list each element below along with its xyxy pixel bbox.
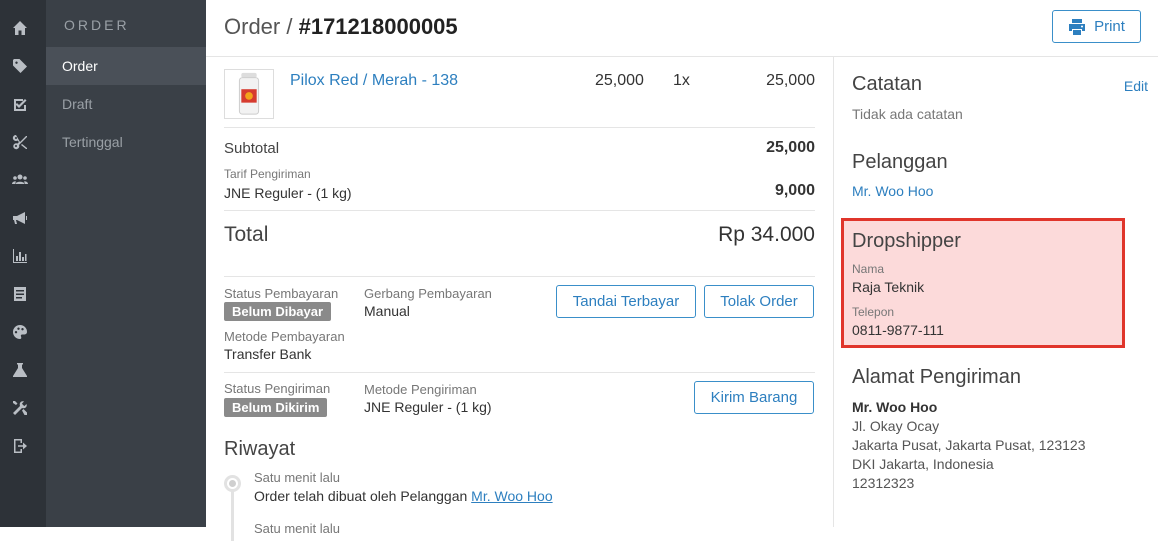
subnav-item-order[interactable]: Order	[46, 47, 206, 85]
order-number: #171218000005	[298, 14, 458, 39]
divider	[224, 127, 815, 128]
page-header: Order / #171218000005 Print	[206, 0, 1158, 57]
dropshipper-name-value: Raja Teknik	[852, 279, 925, 295]
shipping-caption: Tarif Pengiriman	[224, 167, 311, 181]
shipping-status-wrap: Belum Dikirim	[224, 398, 328, 417]
divider	[224, 276, 815, 277]
tools-icon[interactable]	[12, 400, 28, 416]
title-prefix: Order /	[224, 14, 293, 39]
bar-chart-icon[interactable]	[12, 248, 28, 264]
subtotal-value: 25,000	[766, 139, 815, 156]
payment-method-label: Metode Pembayaran	[224, 329, 345, 344]
payment-gateway-value: Manual	[364, 303, 410, 319]
order-main: Pilox Red / Merah - 138 25,000 1x 25,000…	[206, 57, 833, 541]
payment-method-value: Transfer Bank	[224, 346, 312, 362]
shipping-status-label: Status Pengiriman	[224, 381, 331, 396]
address-title: Alamat Pengiriman	[852, 366, 1021, 388]
total-value: Rp 34.000	[718, 223, 815, 246]
print-button[interactable]: Print	[1052, 10, 1141, 43]
product-price: 25,000	[595, 72, 644, 89]
customer-name-link[interactable]: Mr. Woo Hoo	[852, 183, 933, 199]
product-line-total: 25,000	[766, 72, 815, 89]
address-line: DKI Jakarta, Indonesia	[852, 456, 994, 472]
shipping-status-badge: Belum Dikirim	[224, 398, 328, 417]
dropshipper-panel: Dropshipper Nama Raja Teknik Telepon 081…	[841, 218, 1125, 348]
reject-order-button[interactable]: Tolak Order	[704, 285, 814, 318]
divider	[224, 210, 815, 211]
dropshipper-phone-label: Telepon	[852, 305, 895, 319]
tag-icon[interactable]	[12, 58, 28, 74]
print-label: Print	[1094, 18, 1125, 35]
product-thumbnail	[224, 69, 274, 119]
scissors-icon[interactable]	[12, 134, 28, 150]
address-line: 12312323	[852, 475, 915, 491]
send-goods-button[interactable]: Kirim Barang	[694, 381, 814, 414]
payment-gateway-label: Gerbang Pembayaran	[364, 286, 492, 301]
checkbox-icon[interactable]	[12, 96, 28, 112]
product-qty: 1x	[673, 72, 690, 89]
dropshipper-name-label: Nama	[852, 262, 885, 276]
customer-title: Pelanggan	[852, 151, 948, 173]
address-name: Mr. Woo Hoo	[852, 399, 938, 415]
subnav-item-draft[interactable]: Draft	[46, 85, 206, 123]
megaphone-icon[interactable]	[12, 210, 28, 226]
timeline-dot	[224, 475, 241, 492]
history-time: Satu menit lalu	[254, 470, 340, 485]
history-title: Riwayat	[224, 438, 296, 460]
palette-icon[interactable]	[12, 324, 28, 340]
product-name-link[interactable]: Pilox Red / Merah - 138	[290, 72, 458, 90]
subtotal-label: Subtotal	[224, 140, 280, 157]
flask-icon[interactable]	[12, 362, 28, 378]
payment-status-badge: Belum Dibayar	[224, 302, 332, 321]
shipping-method-value: JNE Reguler - (1 kg)	[364, 399, 492, 415]
notes-value: Tidak ada catatan	[852, 106, 963, 122]
dropshipper-title: Dropshipper	[852, 230, 961, 252]
divider	[224, 372, 815, 373]
history-customer-link[interactable]: Mr. Woo Hoo	[471, 488, 552, 504]
payment-status-wrap: Belum Dibayar	[224, 302, 332, 321]
payment-status-label: Status Pembayaran	[224, 286, 339, 301]
order-sidebar: Catatan Edit Tidak ada catatan Pelanggan…	[833, 57, 1158, 527]
subnav-heading: ORDER	[64, 17, 130, 33]
notes-title: Catatan	[852, 73, 923, 95]
history-text-body: Order telah dibuat oleh Pelanggan	[254, 488, 468, 504]
subnav-item-tertinggal[interactable]: Tertinggal	[46, 123, 206, 161]
home-icon[interactable]	[12, 20, 28, 36]
page-title: Order / #171218000005	[224, 14, 458, 40]
address-line: Jl. Okay Ocay	[852, 418, 940, 434]
printer-icon	[1069, 18, 1086, 35]
total-label: Total	[224, 223, 269, 246]
address-line: Jakarta Pusat, Jakarta Pusat, 123123	[852, 437, 1086, 453]
sign-out-icon[interactable]	[12, 438, 28, 454]
order-subnav: ORDER Order Draft Tertinggal	[46, 0, 206, 527]
dropshipper-phone-value: 0811-9877-111	[852, 322, 944, 338]
shipping-rate-value: 9,000	[774, 182, 815, 199]
notes-edit-link[interactable]: Edit	[1124, 78, 1148, 94]
shipping-method-label: Metode Pengiriman	[364, 382, 477, 397]
shipping-rate-label: JNE Reguler - (1 kg)	[224, 185, 352, 201]
history-text: Order telah dibuat oleh Pelanggan Mr. Wo…	[254, 488, 553, 504]
history-time: Satu menit lalu	[254, 521, 340, 536]
mark-paid-button[interactable]: Tandai Terbayar	[556, 285, 696, 318]
document-icon[interactable]	[12, 286, 28, 302]
users-icon[interactable]	[12, 172, 28, 188]
icon-rail	[0, 0, 46, 527]
